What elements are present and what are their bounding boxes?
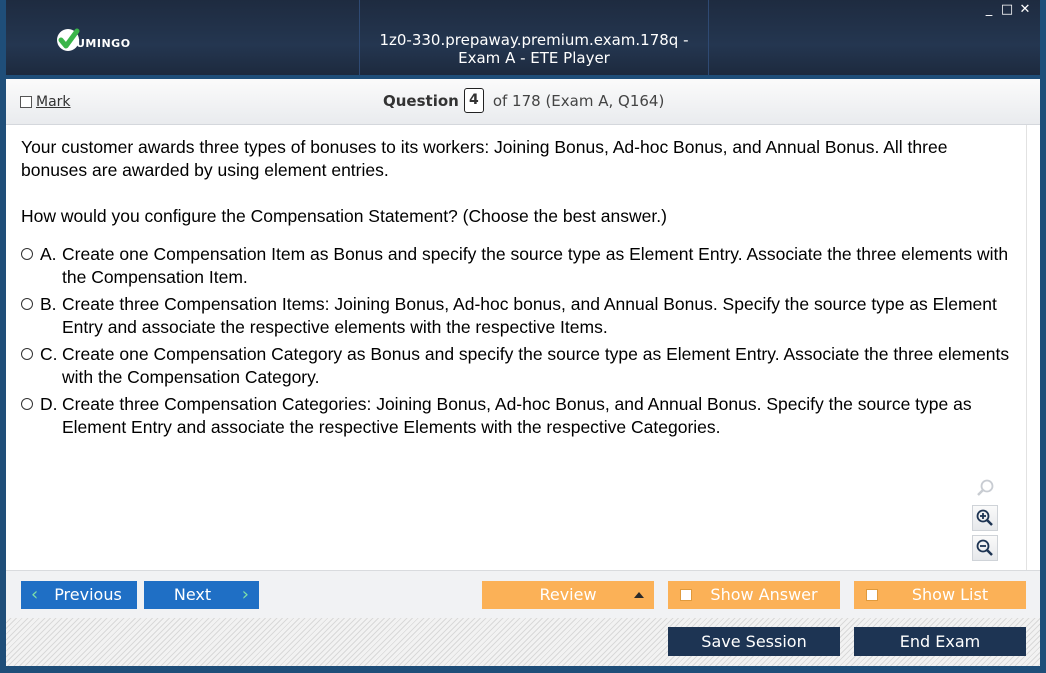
answer-option-b[interactable]: B. Create three Compensation Items: Join… <box>21 293 1021 339</box>
show-answer-button[interactable]: Show Answer <box>668 581 840 609</box>
option-letter: D. <box>40 394 58 414</box>
option-text: Create three Compensation Categories: Jo… <box>62 394 972 437</box>
window-title: 1z0-330.prepaway.premium.exam.178q - Exa… <box>379 31 689 67</box>
review-label: Review <box>539 585 597 604</box>
logo-text: UMINGO <box>76 37 131 50</box>
ete-player-window: UMINGO 1z0-330.prepaway.premium.exam.178… <box>0 0 1046 673</box>
answer-option-d[interactable]: D. Create three Compensation Categories:… <box>21 393 1021 439</box>
save-session-button[interactable]: Save Session <box>668 627 840 656</box>
previous-button[interactable]: ‹ Previous <box>21 581 137 609</box>
show-list-button[interactable]: Show List <box>854 581 1026 609</box>
content-scrollbar[interactable] <box>1026 125 1040 570</box>
option-text: Create one Compensation Category as Bonu… <box>62 344 1010 387</box>
radio-button[interactable] <box>21 248 33 260</box>
zoom-reset-icon[interactable] <box>972 475 998 501</box>
option-letter: C. <box>40 344 58 364</box>
option-letter: A. <box>40 244 57 264</box>
vumingo-logo: UMINGO <box>54 26 144 54</box>
show-list-label: Show List <box>911 585 989 604</box>
title-bar: UMINGO 1z0-330.prepaway.premium.exam.178… <box>6 0 1040 75</box>
mark-checkbox-box[interactable] <box>20 96 32 108</box>
mark-checkbox[interactable]: Mark <box>20 94 71 110</box>
question-content: Your customer awards three types of bonu… <box>6 125 1026 570</box>
question-number-input[interactable]: 4 <box>463 88 484 113</box>
mark-label[interactable]: Mark <box>36 94 71 110</box>
question-total: of 178 (Exam A, Q164) <box>492 91 665 110</box>
question-label: Question <box>383 91 459 110</box>
maximize-button[interactable]: □ <box>1000 3 1014 17</box>
next-button[interactable]: Next › <box>144 581 259 609</box>
previous-label: Previous <box>54 585 122 604</box>
window-controls: _ □ ✕ <box>982 3 1032 17</box>
option-text: Create three Compensation Items: Joining… <box>62 294 997 337</box>
review-button[interactable]: Review <box>482 581 654 609</box>
option-text: Create one Compensation Item as Bonus an… <box>62 244 1009 287</box>
zoom-in-icon[interactable] <box>972 505 998 531</box>
footer-bar: Save Session End Exam <box>6 618 1040 666</box>
show-answer-label: Show Answer <box>710 585 818 604</box>
question-header: Mark Question 4 of 178 (Exam A, Q164) <box>6 79 1040 125</box>
answer-option-c[interactable]: C. Create one Compensation Category as B… <box>21 343 1021 389</box>
navigation-bar: ‹ Previous Next › Review Show Answer Sho… <box>6 570 1040 618</box>
radio-button[interactable] <box>21 398 33 410</box>
caret-up-icon <box>634 592 644 598</box>
radio-button[interactable] <box>21 348 33 360</box>
title-separator <box>708 0 709 75</box>
answer-option-a[interactable]: A. Create one Compensation Item as Bonus… <box>21 243 1021 289</box>
zoom-tools <box>972 475 1002 565</box>
chevron-right-icon: › <box>241 584 249 605</box>
minimize-button[interactable]: _ <box>982 3 996 17</box>
question-stem: Your customer awards three types of bonu… <box>21 137 948 180</box>
zoom-out-icon[interactable] <box>972 535 998 561</box>
question-counter: Question 4 of 178 (Exam A, Q164) <box>383 88 664 113</box>
option-letter: B. <box>40 294 57 314</box>
end-exam-button[interactable]: End Exam <box>854 627 1026 656</box>
close-button[interactable]: ✕ <box>1018 3 1032 17</box>
radio-button[interactable] <box>21 298 33 310</box>
question-prompt: How would you configure the Compensation… <box>21 206 667 226</box>
